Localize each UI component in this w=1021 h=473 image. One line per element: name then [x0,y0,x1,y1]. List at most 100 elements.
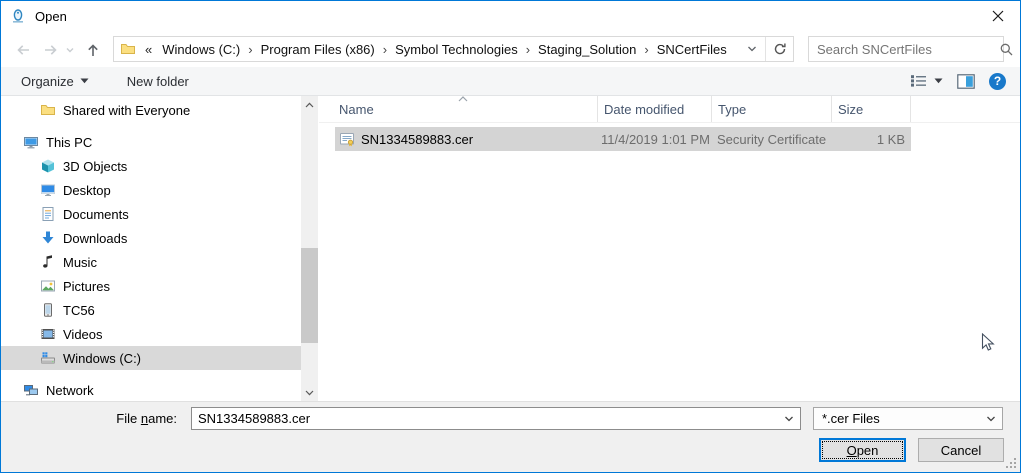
column-header-label: Type [718,102,746,117]
sidebar-item[interactable]: Music [1,250,301,274]
file-type-dropdown-icon [980,413,1002,425]
downloads-icon [40,230,56,246]
folder-icon [40,102,56,118]
file-size-cell: 1 KB [831,132,911,147]
sidebar-item[interactable]: Videos [1,322,301,346]
column-header-name[interactable]: Name [335,96,597,122]
window-title: Open [35,9,67,24]
search-input[interactable] [809,42,993,57]
breadcrumb-separator-icon: › [642,42,650,57]
sidebar-item[interactable]: Downloads [1,226,301,250]
column-header-type[interactable]: Type [711,96,831,122]
breadcrumb-segment[interactable]: Symbol Technologies [389,42,524,57]
sidebar-item-label: Windows (C:) [63,351,141,366]
sidebar-item-label: Documents [63,207,129,222]
scroll-down-icon[interactable] [301,384,318,401]
file-name-label-text: File [116,411,141,426]
breadcrumb-separator-icon: › [524,42,532,57]
sidebar-item[interactable]: Windows (C:) [1,346,301,370]
sidebar-item-label: Videos [63,327,103,342]
file-rows: SN1334589883.cer11/4/2019 1:01 PMSecurit… [319,127,1020,151]
breadcrumb-segment[interactable]: SNCertFiles [651,42,733,57]
sidebar-item-label: 3D Objects [63,159,127,174]
column-headers: Name Date modified Type Size [319,96,1020,123]
app-icon [10,8,26,24]
search-box [808,36,1004,62]
music-icon [40,254,56,270]
documents-icon [40,206,56,222]
file-name-input[interactable] [192,408,778,429]
sidebar-item-label: Shared with Everyone [63,103,190,118]
file-name-dropdown-icon[interactable] [778,408,800,429]
sort-ascending-icon [457,95,469,103]
sidebar-item[interactable]: Pictures [1,274,301,298]
close-button[interactable] [975,1,1020,31]
file-name-combobox [191,407,801,430]
desktop-icon [40,182,56,198]
title-bar: Open [1,1,1020,31]
sidebar-item[interactable]: Shared with Everyone [1,98,301,122]
preview-pane-icon [957,74,975,89]
sidebar-item-label: Desktop [63,183,111,198]
up-button[interactable] [81,39,105,61]
sidebar-item[interactable]: TC56 [1,298,301,322]
navigation-bar: « Windows (C:)›Program Files (x86)›Symbo… [1,31,1020,67]
sidebar-item-label: Music [63,255,97,270]
device-icon [40,302,56,318]
refresh-icon[interactable] [765,37,793,61]
sidebar-item[interactable]: Desktop [1,178,301,202]
sidebar-item[interactable]: This PC [1,130,301,154]
forward-button[interactable] [39,39,63,61]
navigation-pane: Shared with Everyone This PC 3D Objects Des… [1,96,319,401]
command-toolbar: Organize New folder ? [1,67,1020,96]
file-name-text: SN1334589883.cer [361,132,473,147]
open-button[interactable]: Open [819,438,906,462]
sidebar-items: Shared with Everyone This PC 3D Objects Des… [1,98,301,402]
breadcrumb-segment[interactable]: Program Files (x86) [255,42,381,57]
breadcrumb-segment[interactable]: Windows (C:) [156,42,246,57]
preview-pane-button[interactable] [957,74,975,89]
column-header-size[interactable]: Size [831,96,911,122]
column-header-label: Name [339,102,374,117]
file-name-label-mnemonic: n [141,411,148,426]
network-icon [23,382,39,398]
certificate-icon [339,131,355,147]
sidebar-item-label: TC56 [63,303,95,318]
open-button-label: pen [857,443,879,458]
objects-3d-icon [40,158,56,174]
sidebar-scrollbar[interactable] [301,96,318,401]
column-header-date-modified[interactable]: Date modified [597,96,711,122]
file-name-label: File name: [1,411,184,426]
organize-button[interactable]: Organize [21,74,89,89]
new-folder-button[interactable]: New folder [127,74,189,89]
scroll-up-icon[interactable] [301,96,318,113]
sidebar-item[interactable]: Documents [1,202,301,226]
file-type-dropdown[interactable]: *.cer Files [813,407,1003,430]
chevron-down-icon [934,78,943,84]
sidebar-item-label: Downloads [63,231,127,246]
toolbar-right-group: ? [910,73,1006,90]
breadcrumb-overflow-button[interactable]: « [141,42,156,57]
breadcrumb-separator-icon: › [381,42,389,57]
file-type-value: *.cer Files [814,411,980,426]
breadcrumb-segment[interactable]: Staging_Solution [532,42,642,57]
scrollbar-thumb[interactable] [301,248,318,343]
cancel-button-label: Cancel [941,443,981,458]
recent-locations-dropdown-icon[interactable] [63,39,77,61]
chevron-down-icon [80,78,89,84]
back-button[interactable] [11,39,35,61]
address-bar[interactable]: « Windows (C:)›Program Files (x86)›Symbo… [113,36,794,62]
sidebar-item-label: Network [46,383,94,398]
change-view-button[interactable] [910,73,943,89]
sidebar-item[interactable]: Network [1,378,301,402]
cancel-button[interactable]: Cancel [918,438,1004,462]
resize-grip[interactable] [1005,457,1017,469]
file-row[interactable]: SN1334589883.cer11/4/2019 1:01 PMSecurit… [335,127,911,151]
sidebar-item[interactable]: 3D Objects [1,154,301,178]
help-button[interactable]: ? [989,73,1006,90]
search-icon[interactable] [993,42,1019,57]
pictures-icon [40,278,56,294]
file-list: Name Date modified Type Size SN133458988… [319,96,1020,401]
drive-icon [40,350,56,366]
address-dropdown-icon[interactable] [739,37,765,61]
